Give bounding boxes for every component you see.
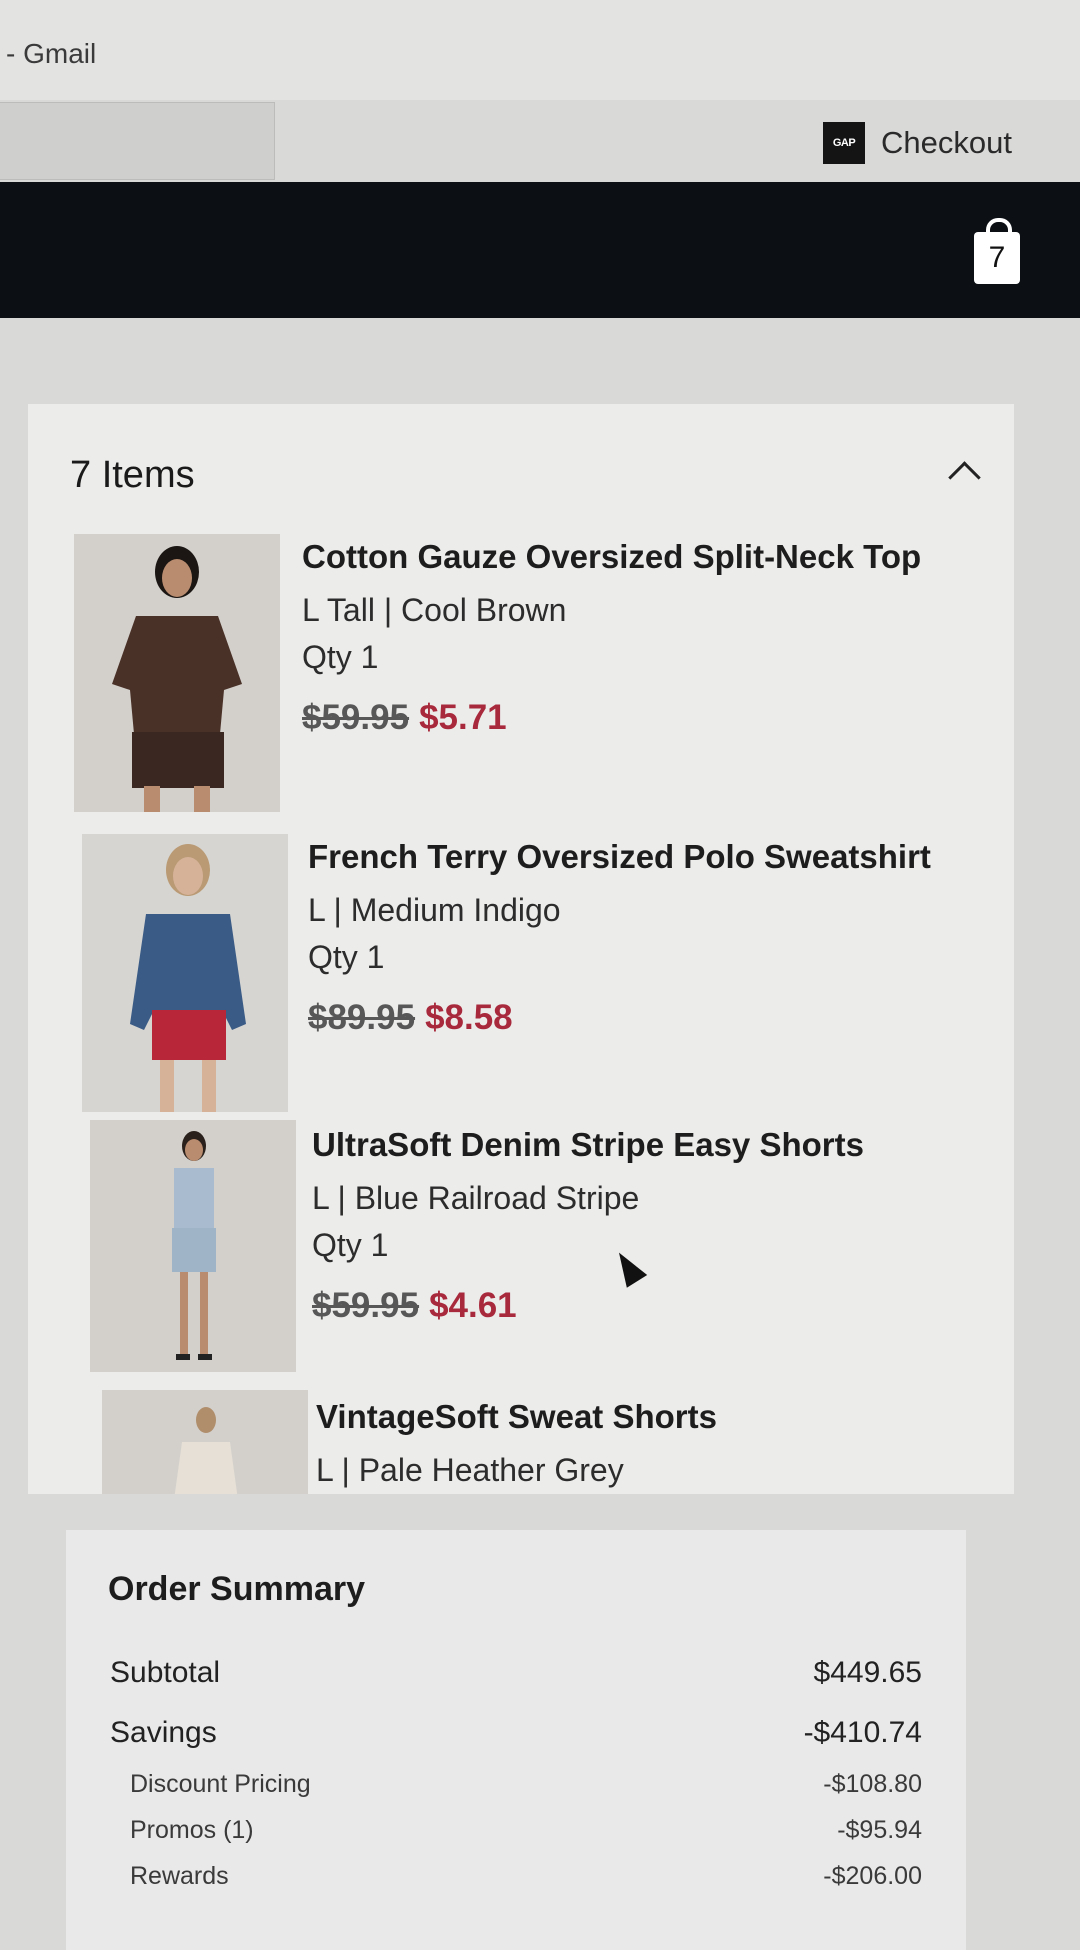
product-image[interactable] [102, 1390, 308, 1494]
item-quantity: Qty 1 [302, 639, 379, 675]
item-price: $89.95 $8.58 [308, 998, 931, 1038]
item-quantity: Qty 1 [312, 1227, 389, 1263]
discount-row: Discount Pricing -$108.80 [130, 1770, 922, 1799]
sale-price: $4.61 [429, 1286, 517, 1325]
item-name[interactable]: UltraSoft Denim Stripe Easy Shorts [312, 1126, 864, 1164]
item-details: VintageSoft Sweat Shorts L | Pale Heathe… [316, 1398, 717, 1489]
discount-value: -$108.80 [823, 1770, 922, 1798]
promos-label[interactable]: Promos (1) [130, 1816, 254, 1845]
model-photo [90, 1120, 296, 1372]
model-photo [74, 534, 280, 812]
model-photo [102, 1390, 308, 1494]
item-details: French Terry Oversized Polo Sweatshirt L… [308, 838, 931, 1038]
promos-value: -$95.94 [837, 1816, 922, 1844]
chevron-up-icon[interactable] [948, 461, 981, 494]
item-price: $59.95 $4.61 [312, 1286, 864, 1326]
item-name[interactable]: French Terry Oversized Polo Sweatshirt [308, 838, 931, 876]
item-name[interactable]: Cotton Gauze Oversized Split-Neck Top [302, 538, 921, 576]
item-details: Cotton Gauze Oversized Split-Neck Top L … [302, 538, 921, 738]
cart-item: Cotton Gauze Oversized Split-Neck Top L … [28, 534, 1014, 824]
checkout-title: Checkout [881, 125, 1012, 160]
shopping-bag-button[interactable]: 7 [974, 218, 1020, 284]
original-price: $89.95 [308, 998, 416, 1037]
top-navigation-bar: 7 [0, 182, 1080, 318]
item-variant: L | Medium Indigo [308, 892, 561, 928]
rewards-label: Rewards [130, 1862, 229, 1890]
order-summary-title: Order Summary [108, 1570, 365, 1608]
item-variant: L Tall | Cool Brown [302, 592, 567, 628]
cart-item: VintageSoft Sweat Shorts L | Pale Heathe… [28, 1390, 1014, 1494]
product-image[interactable] [82, 834, 288, 1112]
subtotal-label: Subtotal [110, 1656, 221, 1689]
sale-price: $8.58 [425, 998, 513, 1037]
item-details: UltraSoft Denim Stripe Easy Shorts L | B… [312, 1126, 864, 1326]
item-quantity: Qty 1 [308, 939, 385, 975]
gap-logo[interactable]: GAP [823, 122, 866, 164]
item-name[interactable]: VintageSoft Sweat Shorts [316, 1398, 717, 1436]
sale-price: $5.71 [419, 698, 507, 737]
subtotal-row: Subtotal $449.65 [110, 1656, 922, 1690]
product-image[interactable] [74, 534, 280, 812]
address-bar[interactable] [0, 102, 275, 180]
items-heading: 7 Items [70, 454, 195, 496]
bag-count: 7 [974, 232, 1020, 284]
discount-label: Discount Pricing [130, 1770, 311, 1798]
savings-row: Savings -$410.74 [110, 1716, 922, 1750]
browser-tab-title[interactable]: - Gmail [6, 38, 96, 70]
model-photo [82, 834, 288, 1112]
original-price: $59.95 [312, 1286, 420, 1325]
cart-item: UltraSoft Denim Stripe Easy Shorts L | B… [28, 1120, 1014, 1410]
original-price: $59.95 [302, 698, 410, 737]
savings-label: Savings [110, 1716, 217, 1749]
product-image[interactable] [90, 1120, 296, 1372]
order-summary: Order Summary Subtotal $449.65 Savings -… [66, 1530, 966, 1950]
item-price: $59.95 $5.71 [302, 698, 921, 738]
subtotal-value: $449.65 [813, 1656, 922, 1689]
savings-value: -$410.74 [803, 1716, 922, 1749]
cart-items-panel: 7 Items Cotton Gauze Oversized Split-Nec… [28, 404, 1014, 1494]
cart-item: French Terry Oversized Polo Sweatshirt L… [28, 834, 1014, 1124]
checkout-header: GAP Checkout [823, 122, 1012, 164]
browser-tab-bar: - Gmail [0, 0, 1080, 100]
rewards-row: Rewards -$206.00 [130, 1862, 922, 1891]
item-variant: L | Pale Heather Grey [316, 1452, 624, 1488]
rewards-value: -$206.00 [823, 1862, 922, 1890]
promos-row: Promos (1) -$95.94 [130, 1816, 922, 1845]
item-variant: L | Blue Railroad Stripe [312, 1180, 640, 1216]
